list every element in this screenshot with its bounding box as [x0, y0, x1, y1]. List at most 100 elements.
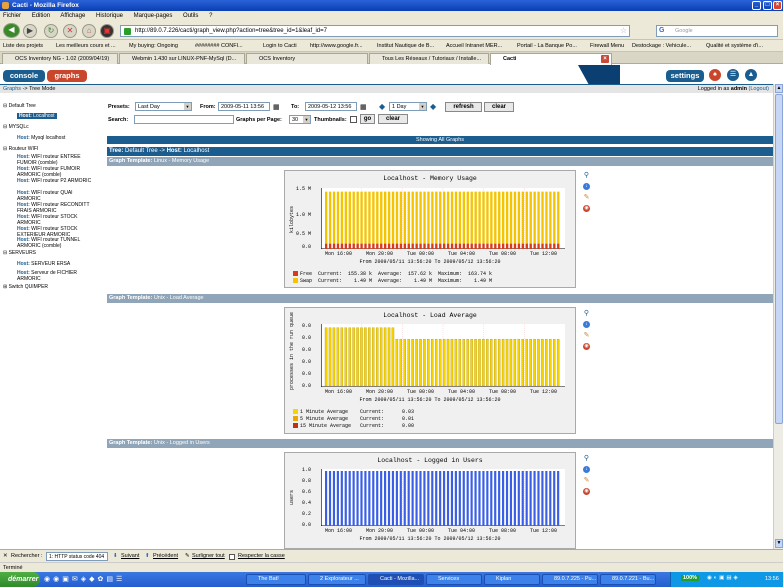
- url-bar[interactable]: http://89.0.7.226/cacti/graph_view.php?a…: [120, 25, 630, 37]
- realtime-icon[interactable]: ◉: [583, 205, 590, 212]
- match-case-label[interactable]: Respecter la casse: [238, 553, 285, 559]
- calendar-icon[interactable]: ▦: [273, 103, 280, 111]
- bookmark-item[interactable]: Accueil Intranet MER...: [446, 43, 502, 49]
- tray-icons[interactable]: ◉◐▣▤◈: [707, 575, 740, 581]
- tab-ocs-ng[interactable]: OCS Inventory NG - 1.02 (2009/04/19): [2, 53, 118, 64]
- settings-tab[interactable]: settings: [666, 70, 704, 82]
- graph-memory-usage[interactable]: Localhost - Memory Usage kilobytes 1.5 M…: [284, 170, 576, 288]
- close-tab-icon[interactable]: ×: [601, 55, 609, 63]
- find-prev-button[interactable]: Précédent: [153, 553, 178, 559]
- zoom-icon[interactable]: ⚲: [583, 455, 590, 462]
- bookmark-item[interactable]: Login to Cacti: [263, 43, 297, 49]
- find-input[interactable]: 1: HTTP status code 404: [46, 552, 108, 561]
- bookmark-item[interactable]: Firewall Menu: [590, 43, 624, 49]
- tree-host-mysql[interactable]: Host: Mysql localhost: [17, 135, 97, 142]
- highlight-all-button[interactable]: Surligner tout: [192, 553, 225, 559]
- menu-outils[interactable]: Outils: [183, 13, 198, 19]
- realtime-icon[interactable]: ◉: [583, 488, 590, 495]
- menu-marque-pages[interactable]: Marque-pages: [134, 13, 173, 19]
- tree-host-routeur[interactable]: Host: WIFI routeur ENTREE FUMOIR (comble…: [17, 154, 97, 166]
- task-the-bat[interactable]: The Bat!: [246, 574, 306, 585]
- presets-select[interactable]: Last Day ▼: [135, 102, 192, 111]
- tree-serveurs-group[interactable]: ⊟ SERVEURS: [3, 250, 36, 257]
- bookmark-item[interactable]: Liste des projets: [3, 43, 43, 49]
- zoom-icon[interactable]: ⚲: [583, 310, 590, 317]
- shift-left-icon[interactable]: ◆: [379, 102, 385, 111]
- properties-icon[interactable]: ✎: [583, 477, 590, 484]
- clear-button[interactable]: clear: [484, 102, 514, 112]
- menu-fichier[interactable]: Fichier: [3, 13, 21, 19]
- properties-icon[interactable]: ✎: [583, 332, 590, 339]
- tree-host-routeur[interactable]: Host: WIFI routeur STOCK ARMORIC: [17, 214, 97, 226]
- timespan-select[interactable]: 1 Day ▼: [389, 102, 427, 111]
- addon-icon[interactable]: ▣: [100, 24, 114, 38]
- clear-search-button[interactable]: clear: [378, 114, 408, 124]
- tab-tutoriaux[interactable]: Tous Les Réseaux / Tutoriaux / Installe.…: [369, 53, 489, 64]
- from-input[interactable]: 2009-05-11 13:56: [218, 102, 270, 111]
- find-close-icon[interactable]: ✕: [3, 553, 8, 559]
- bookmark-item[interactable]: Destockage : Vehicule...: [632, 43, 691, 49]
- task-explorer[interactable]: 2 Explorateur ...: [308, 574, 366, 585]
- menu-help[interactable]: ?: [209, 13, 212, 19]
- task-services[interactable]: Services: [426, 574, 482, 585]
- tree-host-routeur[interactable]: Host: WIFI routeur TUNNEL ARMORIC (combl…: [17, 237, 97, 249]
- csv-export-icon[interactable]: ↓: [583, 183, 590, 190]
- tree-view-icon[interactable]: ♠: [708, 68, 722, 82]
- maximize-button[interactable]: □: [763, 1, 772, 10]
- tab-webmin[interactable]: Webmin 1.430 sur LINUX-PNF-MySql (D...: [119, 53, 245, 64]
- tree-routeur-group[interactable]: ⊟ Routeur WIFI: [3, 146, 38, 153]
- tree-host-routeur[interactable]: Host: WIFI routeur RECONDITT FRAIS ARMOR…: [17, 202, 97, 214]
- bookmark-item[interactable]: Qualité et système d'i...: [706, 43, 763, 49]
- csv-export-icon[interactable]: ↓: [583, 466, 590, 473]
- scroll-up-icon[interactable]: ▲: [775, 84, 783, 93]
- forward-button[interactable]: ▶: [23, 24, 37, 38]
- home-button[interactable]: ⌂: [82, 24, 96, 38]
- back-button[interactable]: ◀: [3, 23, 20, 38]
- menu-edition[interactable]: Edition: [32, 13, 50, 19]
- tree-host-routeur[interactable]: Host: WIFI routeur QUAI ARMORIC: [17, 190, 97, 202]
- close-button[interactable]: ×: [773, 1, 782, 10]
- bookmark-item[interactable]: Institut Nautique de B...: [377, 43, 434, 49]
- preview-view-icon[interactable]: ▲: [744, 68, 758, 82]
- console-tab[interactable]: console: [3, 70, 45, 82]
- task-kiplan[interactable]: Kiplan: [484, 574, 540, 585]
- zoom-icon[interactable]: ⚲: [583, 172, 590, 179]
- breadcrumb-graphs-link[interactable]: Graphs: [3, 86, 21, 92]
- graph-search-input[interactable]: [134, 115, 234, 124]
- list-view-icon[interactable]: ☰: [726, 68, 740, 82]
- task-putty-221[interactable]: 89.0.7.221 - Bu...: [600, 574, 656, 585]
- thumbnails-checkbox[interactable]: [350, 116, 357, 123]
- tab-cacti[interactable]: Cacti ×: [490, 53, 612, 65]
- bookmark-star-icon[interactable]: ☆: [620, 26, 627, 35]
- tree-host-localhost[interactable]: Host: Localhost: [17, 113, 97, 120]
- csv-export-icon[interactable]: ↓: [583, 321, 590, 328]
- menu-affichage[interactable]: Affichage: [60, 13, 85, 19]
- tab-ocs-inventory[interactable]: OCS Inventory: [246, 53, 368, 64]
- calendar-icon[interactable]: ▦: [360, 103, 367, 111]
- go-button[interactable]: go: [360, 114, 375, 124]
- task-cacti-firefox[interactable]: Cacti - Mozilla...: [368, 574, 424, 585]
- search-input[interactable]: G Google: [656, 25, 778, 37]
- reload-button[interactable]: ↻: [44, 24, 58, 38]
- graph-load-average[interactable]: Localhost - Load Average processes in th…: [284, 307, 576, 434]
- menu-historique[interactable]: Historique: [96, 13, 123, 19]
- tree-mysql-group[interactable]: ⊟ MYSQLc: [3, 124, 29, 131]
- tree-switch-group[interactable]: ⊞ Switch QUIMPER: [3, 284, 48, 291]
- to-input[interactable]: 2009-05-12 13:56: [305, 102, 357, 111]
- refresh-button[interactable]: refresh: [445, 102, 482, 112]
- bookmark-item[interactable]: Portail - La Banque Po...: [517, 43, 577, 49]
- bookmark-item[interactable]: My buying: Ongoing: [129, 43, 178, 49]
- quicklaunch-icons[interactable]: ◉◉▣✉◈◆✿▤☰: [44, 575, 125, 583]
- graphs-tab[interactable]: graphs: [47, 70, 87, 82]
- shift-right-icon[interactable]: ◆: [430, 102, 436, 111]
- stop-button[interactable]: ✕: [63, 24, 77, 38]
- graph-logged-users[interactable]: Localhost - Logged in Users users 1.0 0.…: [284, 452, 576, 549]
- start-button[interactable]: démarrer: [0, 572, 40, 587]
- tree-host-serveur[interactable]: Host: SERVEUR ERSA: [17, 261, 97, 268]
- logout-link[interactable]: (Logout): [749, 86, 770, 92]
- scroll-down-icon[interactable]: ▼: [775, 539, 783, 548]
- task-putty-225[interactable]: 89.0.7.225 - Pu...: [542, 574, 598, 585]
- match-case-checkbox[interactable]: [229, 554, 235, 560]
- properties-icon[interactable]: ✎: [583, 194, 590, 201]
- find-next-button[interactable]: Suivant: [121, 553, 139, 559]
